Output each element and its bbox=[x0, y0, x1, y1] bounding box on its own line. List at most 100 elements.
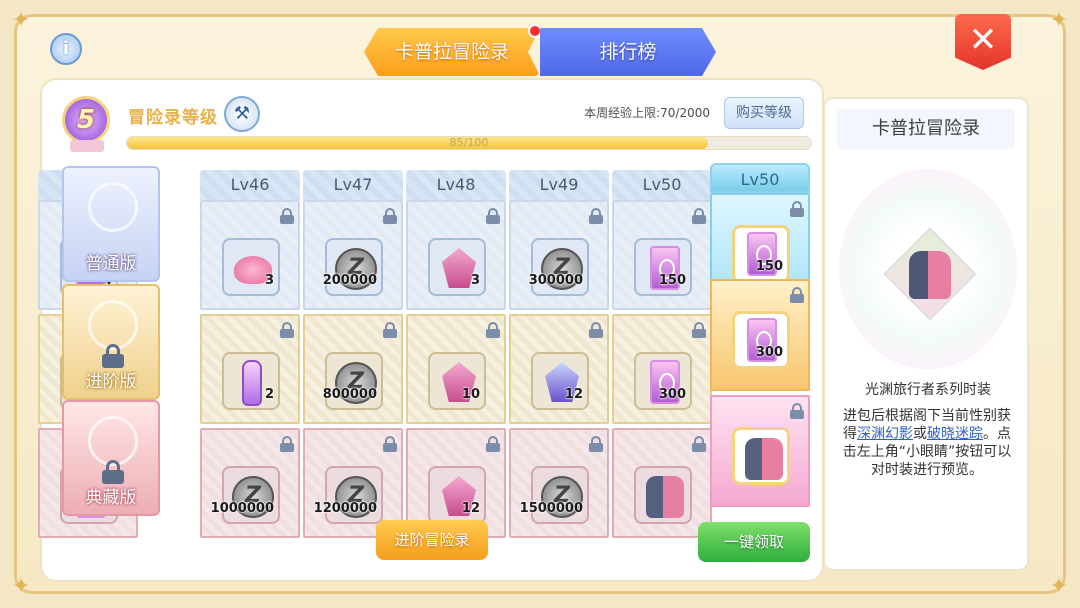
featured-reward-advanced[interactable]: 300 bbox=[710, 279, 810, 391]
corner-ornament: ✦ bbox=[1049, 8, 1069, 33]
lock-icon bbox=[102, 344, 124, 368]
lock-icon bbox=[383, 436, 397, 452]
reward-qty: 3 bbox=[470, 273, 480, 288]
reward-cell[interactable]: 10 bbox=[406, 314, 506, 424]
reward-qty: 12 bbox=[564, 387, 583, 402]
reward-qty: 10 bbox=[461, 387, 480, 402]
level-column: Lv50 150 300 bbox=[612, 170, 712, 538]
reward-qty: 200000 bbox=[322, 273, 377, 288]
reward-item[interactable]: 300 bbox=[634, 352, 692, 410]
reward-item[interactable]: Z 1500000 bbox=[520, 466, 589, 524]
reward-item[interactable]: 150 bbox=[732, 225, 790, 283]
lock-icon bbox=[486, 436, 500, 452]
reward-item[interactable]: 12 bbox=[531, 352, 589, 410]
reward-item[interactable]: 12 bbox=[428, 466, 486, 524]
reward-item[interactable] bbox=[732, 427, 790, 485]
reward-cell[interactable]: Z 1000000 bbox=[200, 428, 300, 538]
reward-cell[interactable]: 300 bbox=[612, 314, 712, 424]
link-abyss-phantom[interactable]: 深渊幻影 bbox=[857, 426, 913, 442]
featured-reward-collector[interactable] bbox=[710, 395, 810, 507]
lock-icon bbox=[589, 436, 603, 452]
level-column: Lv48 3 10 12 bbox=[406, 170, 506, 538]
column-level: Lv46 bbox=[200, 170, 300, 200]
reward-qty: 150 bbox=[755, 259, 783, 274]
reward-item[interactable] bbox=[634, 466, 692, 524]
info-button[interactable]: i bbox=[50, 33, 82, 65]
corner-ornament: ✦ bbox=[11, 8, 31, 33]
reward-item[interactable]: 150 bbox=[634, 238, 692, 296]
lock-icon bbox=[790, 201, 804, 217]
corner-ornament: ✦ bbox=[11, 574, 31, 599]
level-column: Lv47 Z 200000 Z 800000 Z 1200000 bbox=[303, 170, 403, 538]
reward-cell[interactable]: Z 300000 bbox=[509, 200, 609, 310]
column-level: Lv49 bbox=[509, 170, 609, 200]
level-progress-bar: 85/100 bbox=[126, 136, 812, 150]
lock-icon bbox=[280, 208, 294, 224]
item-description: 进包后根据阁下当前性别获得深渊幻影或破晓迷踪。点击左上角“小眼睛”按钮可以对时装… bbox=[839, 407, 1015, 479]
tab-ranking[interactable]: 排行榜 bbox=[540, 28, 716, 76]
lock-icon bbox=[790, 287, 804, 303]
reward-item[interactable]: 300 bbox=[732, 311, 790, 369]
crest-icon bbox=[88, 182, 138, 232]
reward-item[interactable]: 2 bbox=[222, 352, 280, 410]
potion-icon bbox=[242, 360, 262, 406]
reward-qty: 2 bbox=[264, 387, 274, 402]
outfit-icon bbox=[646, 476, 684, 518]
lock-icon bbox=[486, 322, 500, 338]
reward-cell[interactable] bbox=[612, 428, 712, 538]
crest-icon bbox=[88, 300, 138, 350]
reward-item[interactable]: Z 1000000 bbox=[211, 466, 280, 524]
tier-normal[interactable]: 普通版 bbox=[62, 166, 160, 282]
buy-level-button[interactable]: 购买等级 bbox=[724, 97, 804, 129]
lock-icon bbox=[102, 460, 124, 484]
detail-title: 卡普拉冒险录 bbox=[837, 109, 1015, 149]
tier-label: 进阶版 bbox=[85, 372, 137, 392]
reward-item[interactable]: 3 bbox=[222, 238, 280, 296]
link-dawn-trace[interactable]: 破晓迷踪 bbox=[927, 426, 983, 442]
lock-icon bbox=[589, 322, 603, 338]
reward-item[interactable]: Z 300000 bbox=[529, 238, 589, 296]
reward-cell[interactable]: Z 200000 bbox=[303, 200, 403, 310]
tab-adventure[interactable]: 卡普拉冒险录 bbox=[364, 28, 540, 76]
reward-qty: 1200000 bbox=[313, 501, 377, 516]
level-column: Lv49 Z 300000 12 Z 1500000 bbox=[509, 170, 609, 538]
reward-item[interactable]: Z 1200000 bbox=[314, 466, 383, 524]
outfit-icon[interactable] bbox=[909, 251, 951, 299]
claim-all-button[interactable]: 一键领取 bbox=[698, 522, 810, 562]
reward-item[interactable]: 3 bbox=[428, 238, 486, 296]
reward-cell[interactable]: 2 bbox=[200, 314, 300, 424]
lock-icon bbox=[589, 208, 603, 224]
badge-ribbon bbox=[70, 140, 104, 152]
tier-collector[interactable]: 典藏版 bbox=[62, 400, 160, 516]
reward-cell[interactable]: 150 bbox=[612, 200, 712, 310]
reward-cell[interactable]: 3 bbox=[406, 200, 506, 310]
weekly-exp-limit: 本周经验上限:70/2000 bbox=[584, 106, 710, 120]
reward-qty: 12 bbox=[461, 501, 480, 516]
lock-icon bbox=[790, 403, 804, 419]
reward-cell[interactable]: 12 bbox=[509, 314, 609, 424]
reward-detail-panel: 卡普拉冒险录 光渊旅行者系列时装 进包后根据阁下当前性别获得深渊幻影或破晓迷踪。… bbox=[823, 97, 1029, 571]
reward-qty: 1000000 bbox=[210, 501, 274, 516]
corner-ornament: ✦ bbox=[1049, 574, 1069, 599]
lock-icon bbox=[383, 322, 397, 338]
hammer-icon[interactable]: ⚒ bbox=[224, 96, 260, 132]
tier-advanced[interactable]: 进阶版 bbox=[62, 284, 160, 400]
reward-cell[interactable]: Z 800000 bbox=[303, 314, 403, 424]
featured-level: Lv50 bbox=[710, 163, 810, 193]
reward-item[interactable]: Z 800000 bbox=[323, 352, 383, 410]
tier-label: 典藏版 bbox=[85, 488, 137, 508]
lock-icon bbox=[280, 436, 294, 452]
level-badge: 5 bbox=[62, 96, 110, 144]
reward-item[interactable]: Z 200000 bbox=[322, 238, 383, 296]
reward-qty: 3 bbox=[264, 273, 274, 288]
reward-cell[interactable]: Z 1500000 bbox=[509, 428, 609, 538]
reward-item[interactable]: 10 bbox=[428, 352, 486, 410]
column-level: Lv47 bbox=[303, 170, 403, 200]
advanced-adventure-button[interactable]: 进阶冒险录 bbox=[376, 520, 488, 560]
lock-icon bbox=[692, 322, 706, 338]
reward-qty: 1500000 bbox=[519, 501, 583, 516]
reward-cell[interactable]: 3 bbox=[200, 200, 300, 310]
column-level: Lv50 bbox=[612, 170, 712, 200]
item-name: 光渊旅行者系列时装 bbox=[865, 382, 991, 398]
progress-text: 85/100 bbox=[449, 136, 489, 149]
